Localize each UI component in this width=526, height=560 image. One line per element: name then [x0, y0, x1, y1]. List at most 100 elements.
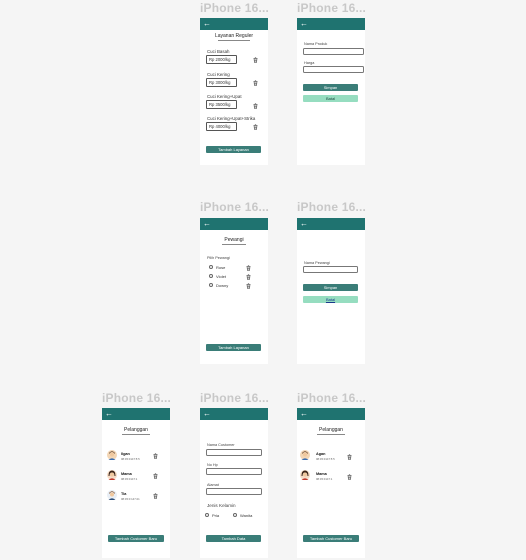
app-bar: ←: [297, 218, 365, 230]
product-name-label: Nama Produk: [304, 42, 328, 46]
radio-rose[interactable]: [209, 265, 213, 269]
gender-option-label: Pria: [212, 513, 220, 518]
radio-pria[interactable]: [205, 513, 209, 517]
trash-icon[interactable]: [253, 103, 258, 109]
page-title: Layanan Reguler: [214, 33, 254, 39]
frame-title: iPhone 16...: [200, 391, 270, 405]
arrow-left-icon[interactable]: ←: [300, 219, 308, 229]
phone-input[interactable]: [206, 468, 262, 475]
fragrance-name-input[interactable]: [303, 266, 358, 273]
customer-name: Ilgan: [121, 452, 130, 456]
title-underline: [317, 434, 345, 435]
trash-icon[interactable]: [246, 274, 251, 280]
save-button[interactable]: Simpan: [303, 84, 358, 91]
customer-name: Mama: [316, 472, 327, 476]
customer-name-input[interactable]: [206, 449, 262, 456]
services-screen: ← Layanan Reguler Cuci Basah Rp 2000/kg …: [200, 18, 268, 165]
customer-phone: 08:45:0147:5:5: [121, 457, 140, 461]
trash-icon[interactable]: [347, 474, 352, 480]
arrow-left-icon[interactable]: ←: [300, 409, 308, 419]
service-price-field[interactable]: Rp 3000/kg: [206, 78, 237, 87]
price-label: Harga: [304, 61, 315, 65]
fragrance-name-label: Nama Pewangi: [304, 261, 330, 265]
person-avatar-icon: [300, 470, 310, 480]
frame-title: iPhone 16...: [297, 200, 367, 214]
fragrance-option-label: Downy: [216, 283, 229, 288]
product-name-input[interactable]: [303, 48, 364, 55]
arrow-left-icon[interactable]: ←: [203, 219, 211, 229]
customer-phone: 08:45:0147:1: [121, 477, 138, 481]
address-input[interactable]: [206, 488, 262, 495]
arrow-left-icon[interactable]: ←: [105, 409, 113, 419]
customer-phone: 08:45:0147:1: [316, 477, 333, 481]
add-product-screen: ← Nama Produk Harga Simpan Batal: [297, 18, 365, 165]
add-fragrance-screen: ← Nama Pewangi Simpan Batal: [297, 218, 365, 364]
customer-name: Tia: [121, 492, 127, 496]
save-button[interactable]: Simpan: [303, 284, 358, 291]
service-price-field[interactable]: Rp 4000/kg: [206, 122, 237, 131]
gender-label: Jenis Kelamin: [207, 503, 236, 508]
service-label: Cuci Kering+Upat+Strika: [207, 116, 256, 121]
customer-phone: 08:45:0147:5:5: [316, 457, 335, 461]
customer-name-label: Nama Customer: [207, 443, 235, 447]
trash-icon[interactable]: [347, 454, 352, 460]
service-price-field[interactable]: Rp 2000/kg: [206, 55, 237, 64]
frame-title: iPhone 16...: [200, 1, 270, 15]
app-bar: ←: [102, 408, 170, 420]
radio-violet[interactable]: [209, 274, 213, 278]
frame-title: iPhone 16...: [297, 1, 367, 15]
app-bar: ←: [200, 218, 268, 230]
radio-wanita[interactable]: [233, 513, 237, 517]
arrow-left-icon[interactable]: ←: [203, 19, 211, 29]
add-service-button[interactable]: Tambah Layanan: [206, 146, 261, 153]
customers-screen: ← Pelanggan Ilgan 08:45:0147:5:5 Mama 08…: [102, 408, 170, 558]
page-title: Pelanggan: [319, 427, 343, 433]
title-underline: [222, 244, 246, 245]
person-avatar-icon: [107, 490, 117, 500]
trash-icon[interactable]: [153, 473, 158, 479]
app-bar: ←: [200, 18, 268, 30]
trash-icon[interactable]: [253, 57, 258, 63]
trash-icon[interactable]: [153, 453, 158, 459]
service-price-field[interactable]: Rp 3500/kg: [206, 100, 237, 109]
add-customer-screen: ← Nama Customer No Hp Alamat Jenis Kelam…: [200, 408, 268, 558]
person-avatar-icon: [107, 470, 117, 480]
add-service-button[interactable]: Tambah Layanan: [206, 344, 261, 351]
address-label: Alamat: [207, 483, 219, 487]
customer-name: Mama: [121, 472, 132, 476]
trash-icon[interactable]: [246, 265, 251, 271]
customer-name: Agan: [316, 452, 326, 456]
fragrance-option-label: Violet: [216, 274, 226, 279]
add-data-button[interactable]: Tambah Data: [206, 535, 261, 542]
trash-icon[interactable]: [253, 80, 258, 86]
frame-title: iPhone 16...: [102, 391, 172, 405]
radio-downy[interactable]: [209, 283, 213, 287]
trash-icon[interactable]: [153, 493, 158, 499]
price-input[interactable]: [303, 66, 364, 73]
add-customer-button[interactable]: Tambah Customer Baru: [108, 535, 164, 542]
customer-phone: 08:45:0:147:21: [121, 497, 140, 501]
fragrance-subtitle: Pilih Pewangi: [207, 256, 230, 260]
cancel-button[interactable]: Batal: [303, 296, 358, 303]
title-underline: [218, 40, 250, 41]
page-title: Pewangi: [224, 237, 244, 243]
app-bar: ←: [200, 408, 268, 420]
cancel-button[interactable]: Batal: [303, 95, 358, 102]
arrow-left-icon[interactable]: ←: [203, 409, 211, 419]
person-avatar-icon: [300, 450, 310, 460]
gender-option-label: Wanita: [240, 513, 253, 518]
title-underline: [122, 434, 150, 435]
page-title: Pelanggan: [124, 427, 148, 433]
trash-icon[interactable]: [253, 124, 258, 130]
frame-title: iPhone 16...: [297, 391, 367, 405]
service-label: Cuci Kering+Upat: [207, 94, 242, 99]
fragrance-screen: ← Pewangi Pilih Pewangi Rose Violet Down…: [200, 218, 268, 364]
fragrance-option-label: Rose: [216, 265, 226, 270]
arrow-left-icon[interactable]: ←: [300, 19, 308, 29]
add-customer-button[interactable]: Tambah Customer Baru: [303, 535, 359, 542]
trash-icon[interactable]: [246, 283, 251, 289]
person-avatar-icon: [107, 450, 117, 460]
customers-screen-2: ← Pelanggan Agan 08:45:0147:5:5 Mama 08:…: [297, 408, 365, 558]
app-bar: ←: [297, 408, 365, 420]
service-label: Cuci Kering: [207, 72, 230, 77]
